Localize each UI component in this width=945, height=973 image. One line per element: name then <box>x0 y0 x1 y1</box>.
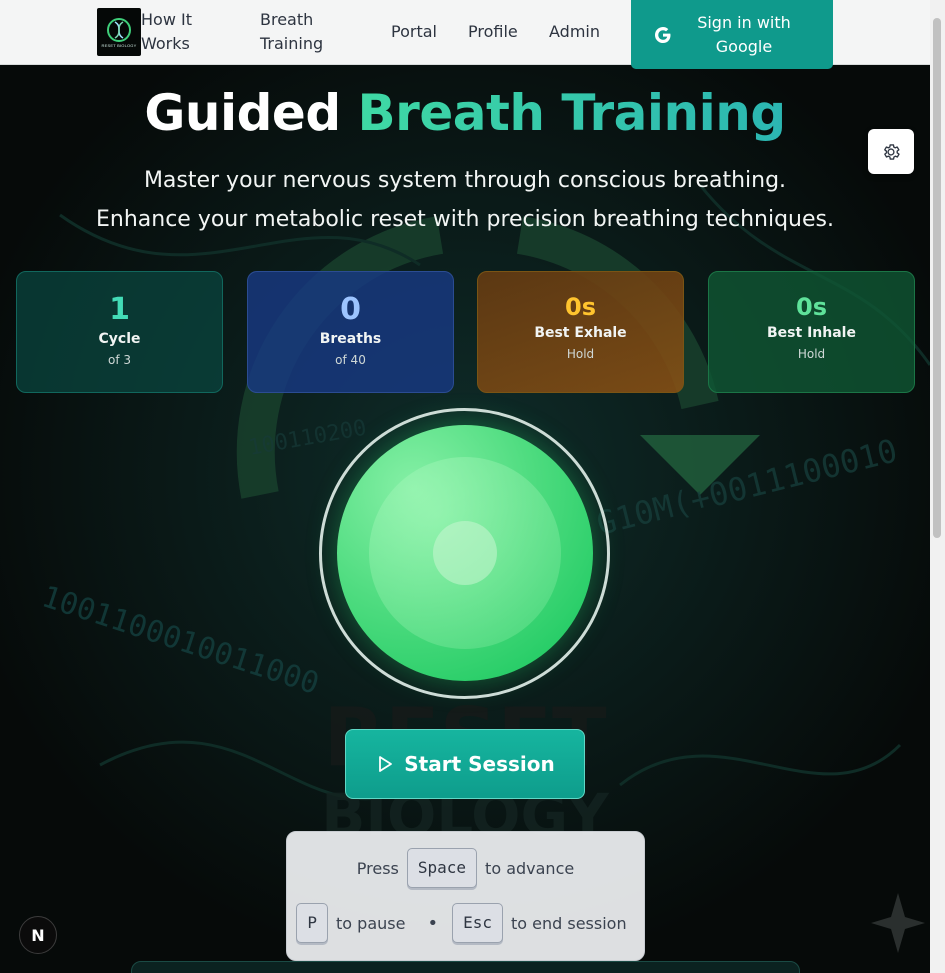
scrollbar-thumb[interactable] <box>933 18 941 538</box>
google-icon <box>655 26 671 43</box>
breaths-value: 0 <box>340 292 361 327</box>
site-logo[interactable]: RESET BIOLOGY <box>97 8 141 56</box>
dev-tools-badge[interactable]: N <box>19 916 57 954</box>
sign-in-google-button[interactable]: Sign in with Google <box>631 0 833 69</box>
best-inhale-value: 0s <box>796 293 827 321</box>
breaths-label: Breaths <box>319 331 382 347</box>
cycle-sub: of 3 <box>107 353 131 367</box>
breath-orb-core <box>433 521 497 585</box>
best-inhale-sub: Hold <box>797 347 826 361</box>
shortcut-pause-text: to pause <box>336 913 406 933</box>
dna-logo-icon <box>107 17 131 42</box>
settings-button[interactable] <box>868 129 914 174</box>
badge-letter: N <box>31 925 45 945</box>
logo-text: RESET BIOLOGY <box>101 42 137 48</box>
title-plain: Guided <box>144 84 341 142</box>
space-key: Space <box>406 848 478 888</box>
stat-card-best-inhale: 0s Best Inhale Hold <box>708 271 915 393</box>
shortcut-advance-text: to advance <box>485 858 575 878</box>
gear-icon <box>884 143 900 160</box>
play-icon <box>379 756 393 772</box>
subtitle-line-2: Enhance your metabolic reset with precis… <box>95 207 834 232</box>
shortcut-separator: • <box>427 912 439 934</box>
stat-card-breaths: 0 Breaths of 40 <box>247 271 454 393</box>
best-inhale-label: Best Inhale <box>767 325 856 341</box>
page-title: Guided Breath Training <box>0 84 930 142</box>
title-accent: Breath Training <box>357 84 787 142</box>
subtitle-line-1: Master your nervous system through consc… <box>143 168 787 193</box>
breaths-sub: of 40 <box>335 353 366 367</box>
best-exhale-label: Best Exhale <box>534 325 627 341</box>
sign-in-label: Sign in with Google <box>697 12 791 56</box>
start-session-button[interactable]: Start Session <box>345 729 585 799</box>
esc-key: Esc <box>452 903 503 943</box>
nav-link-breath-training[interactable]: Breath Training <box>260 8 350 56</box>
stat-card-cycle: 1 Cycle of 3 <box>16 271 223 393</box>
nav-link-how-it-works[interactable]: How It Works <box>141 8 231 56</box>
nav-link-portal[interactable]: Portal <box>391 20 437 44</box>
best-exhale-sub: Hold <box>566 347 595 361</box>
keyboard-shortcuts-panel: Press Space to advance P to pause • Esc … <box>286 831 645 961</box>
cycle-label: Cycle <box>98 331 141 347</box>
shortcut-press-text: Press <box>356 858 399 878</box>
stat-card-best-exhale: 0s Best Exhale Hold <box>477 271 684 393</box>
top-navbar: RESET BIOLOGY How It Works Breath Traini… <box>0 0 930 69</box>
nav-link-admin[interactable]: Admin <box>549 20 600 44</box>
shortcut-end-text: to end session <box>511 913 627 933</box>
p-key: P <box>296 903 329 943</box>
bottom-panel-edge <box>131 961 800 973</box>
nav-link-profile[interactable]: Profile <box>468 20 518 44</box>
cycle-value: 1 <box>109 292 130 327</box>
start-session-label: Start Session <box>404 752 555 776</box>
best-exhale-value: 0s <box>565 293 596 321</box>
